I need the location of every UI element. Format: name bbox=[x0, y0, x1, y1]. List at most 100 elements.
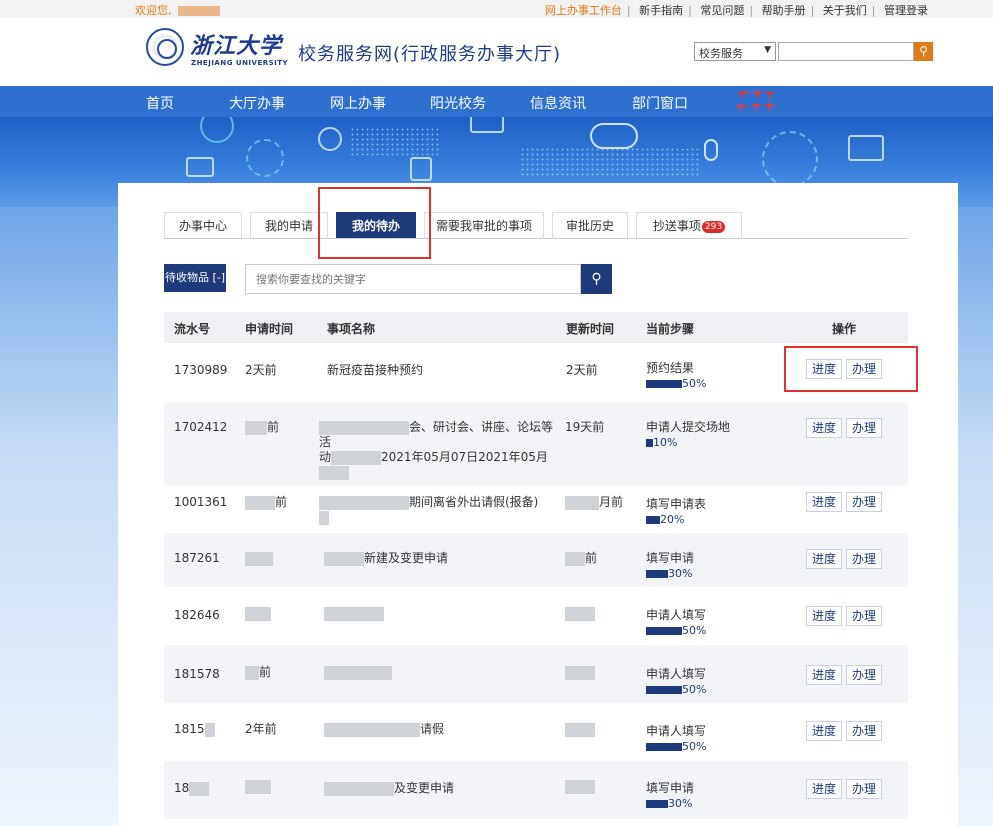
redacted-block bbox=[245, 665, 259, 680]
apply-time bbox=[245, 779, 271, 794]
redacted-block bbox=[319, 495, 409, 510]
current-step: 填写申请 30% bbox=[646, 781, 695, 810]
item-name[interactable]: 新冠疫苗接种预约 bbox=[327, 363, 423, 378]
nav-news[interactable]: 信息资讯 bbox=[530, 93, 586, 113]
redacted-block bbox=[324, 722, 420, 737]
search-icon[interactable]: ⚲ bbox=[581, 264, 612, 294]
chat-icon bbox=[470, 117, 504, 133]
cc-count-badge: 293 bbox=[701, 220, 726, 233]
chevron-down-icon: ▼ bbox=[764, 45, 771, 55]
link-manual[interactable]: 帮助手册 bbox=[762, 4, 806, 17]
item-name[interactable]: 请假 bbox=[324, 722, 444, 737]
search-icon[interactable]: ⚲ bbox=[914, 42, 933, 61]
link-workbench[interactable]: 网上办事工作台 bbox=[545, 4, 622, 17]
progress-button[interactable]: 进度 bbox=[806, 665, 843, 685]
tab-my-applications[interactable]: 我的申请 bbox=[250, 212, 328, 238]
cloud-icon bbox=[590, 123, 638, 149]
table-row: 181578 前 申请人填写 50% 进度 办理 bbox=[164, 645, 908, 703]
redacted-block bbox=[319, 510, 329, 525]
handle-button[interactable]: 办理 bbox=[846, 665, 883, 685]
link-guide[interactable]: 新手指南 bbox=[639, 4, 683, 17]
serial-number: 1815 bbox=[174, 722, 215, 737]
main-nav: 首页 大厅办事 网上办事 阳光校务 信息资讯 部门窗口 bbox=[0, 86, 993, 117]
link-faq[interactable]: 常见问题 bbox=[700, 4, 744, 17]
search-category-select[interactable]: 校务服务 ▼ bbox=[694, 42, 776, 61]
item-name[interactable] bbox=[324, 665, 392, 680]
tab-my-todos[interactable]: 我的待办 bbox=[336, 212, 416, 238]
progress-percent: 30% bbox=[668, 567, 693, 580]
table-row: 1730989 2天前 新冠疫苗接种预约 2天前 预约结果 50% 进度 办理 bbox=[164, 343, 908, 397]
col-serial: 流水号 bbox=[174, 322, 211, 336]
progress-button[interactable]: 进度 bbox=[806, 606, 843, 626]
pickup-items-button[interactable]: 待收物品 [-] bbox=[164, 264, 226, 292]
progress-bar bbox=[646, 799, 668, 808]
nav-departments[interactable]: 部门窗口 bbox=[632, 93, 688, 113]
handle-button[interactable]: 办理 bbox=[846, 359, 883, 379]
table-row: 1815 2年前 请假 申请人填写 50% 进度 办理 bbox=[164, 703, 908, 761]
redacted-block bbox=[204, 722, 215, 737]
apply-time bbox=[245, 551, 273, 566]
item-name[interactable]: 新建及变更申请 bbox=[324, 551, 448, 566]
search-input[interactable] bbox=[246, 265, 546, 293]
left-background bbox=[0, 207, 118, 826]
progress-button[interactable]: 进度 bbox=[806, 779, 843, 799]
redacted-block bbox=[319, 420, 409, 435]
handle-button[interactable]: 办理 bbox=[846, 492, 883, 512]
top-links: 网上办事工作台 | 新手指南 | 常见问题 | 帮助手册 | 关于我们 | 管理登录 bbox=[544, 4, 928, 17]
progress-button[interactable]: 进度 bbox=[806, 549, 843, 569]
gear-ring-icon bbox=[246, 139, 284, 177]
progress-button[interactable]: 进度 bbox=[806, 418, 843, 438]
item-name[interactable]: 会、研讨会、讲座、论坛等活动 2021年05月07日2021年05月 bbox=[319, 420, 564, 480]
progress-percent: 50% bbox=[682, 377, 707, 390]
col-update-time: 更新时间 bbox=[566, 322, 615, 336]
apply-time: 2年前 bbox=[245, 722, 277, 736]
progress-percent: 50% bbox=[682, 740, 707, 753]
redacted-block bbox=[565, 722, 595, 737]
current-step: 预约结果 50% bbox=[646, 361, 707, 390]
dots-deco bbox=[350, 127, 440, 157]
site-title: 校务服务网(行政服务办事大厅) bbox=[298, 44, 562, 65]
item-name[interactable]: 期间离省外出请假(报备) bbox=[319, 495, 564, 525]
nav-hall[interactable]: 大厅办事 bbox=[229, 93, 285, 113]
handle-button[interactable]: 办理 bbox=[846, 721, 883, 741]
tab-need-my-approval[interactable]: 需要我审批的事项 bbox=[424, 212, 544, 238]
header-search-input[interactable] bbox=[778, 42, 914, 61]
current-step: 填写申请 30% bbox=[646, 551, 695, 580]
nav-sunshine[interactable]: 阳光校务 bbox=[430, 93, 486, 113]
update-time bbox=[565, 722, 595, 737]
link-admin-login[interactable]: 管理登录 bbox=[884, 4, 928, 17]
tab-service-center[interactable]: 办事中心 bbox=[164, 212, 242, 238]
civilization-logo[interactable] bbox=[732, 88, 780, 115]
handle-button[interactable]: 办理 bbox=[846, 549, 883, 569]
gear-icon bbox=[318, 127, 342, 151]
serial-number: 1702412 bbox=[174, 420, 228, 434]
item-name[interactable]: 及变更申请 bbox=[324, 781, 454, 796]
link-about[interactable]: 关于我们 bbox=[823, 4, 867, 17]
update-time bbox=[565, 606, 595, 621]
table-header: 流水号 申请时间 事项名称 更新时间 当前步骤 操作 bbox=[164, 312, 908, 343]
university-seal-icon[interactable] bbox=[146, 28, 184, 66]
handle-button[interactable]: 办理 bbox=[846, 606, 883, 626]
tab-approval-history[interactable]: 审批历史 bbox=[552, 212, 628, 238]
redacted-block bbox=[324, 551, 364, 566]
handle-button[interactable]: 办理 bbox=[846, 779, 883, 799]
redacted-block bbox=[324, 781, 394, 796]
progress-button[interactable]: 进度 bbox=[806, 492, 843, 512]
handle-button[interactable]: 办理 bbox=[846, 418, 883, 438]
progress-percent: 30% bbox=[668, 797, 693, 810]
redacted-block bbox=[331, 450, 382, 465]
item-name[interactable] bbox=[324, 606, 384, 621]
serial-number: 182646 bbox=[174, 608, 220, 622]
nav-home[interactable]: 首页 bbox=[146, 93, 174, 113]
dots-deco-2 bbox=[520, 147, 700, 177]
update-time: 月前 bbox=[565, 495, 623, 510]
redacted-block bbox=[245, 606, 271, 621]
tab-cc-items[interactable]: 抄送事项 293 bbox=[636, 212, 742, 238]
progress-bar bbox=[646, 685, 682, 694]
current-step: 填写申请表 20% bbox=[646, 497, 707, 526]
apply-time: 前 bbox=[245, 495, 287, 510]
logo-text[interactable]: 浙江大学 bbox=[190, 28, 282, 60]
nav-online[interactable]: 网上办事 bbox=[330, 93, 386, 113]
progress-button[interactable]: 进度 bbox=[806, 359, 843, 379]
progress-button[interactable]: 进度 bbox=[806, 721, 843, 741]
